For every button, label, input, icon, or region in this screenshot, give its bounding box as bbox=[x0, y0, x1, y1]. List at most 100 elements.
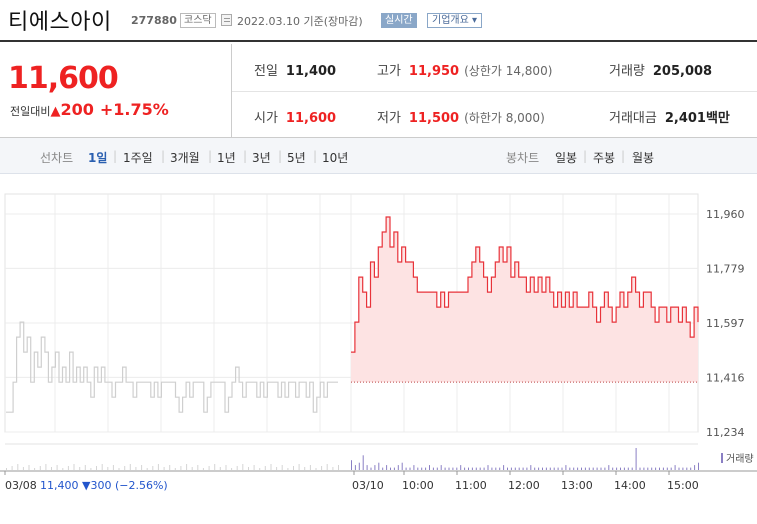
x-tick-label: 11:00 bbox=[455, 479, 487, 492]
today-fill-area bbox=[351, 217, 698, 383]
tab-separator: | bbox=[113, 149, 118, 163]
change-row: 전일대비▲200 +1.75% bbox=[10, 100, 169, 119]
volume-bar-prev bbox=[208, 466, 210, 470]
company-overview-dropdown[interactable]: 기업개요 ▾ bbox=[427, 13, 482, 28]
volume-bar-prev bbox=[67, 466, 69, 470]
volume-bar bbox=[397, 465, 399, 470]
volume-bar-prev bbox=[146, 468, 148, 470]
volume-bar bbox=[444, 467, 446, 470]
up-arrow-icon: ▲ bbox=[50, 104, 61, 119]
volume-bar bbox=[495, 467, 497, 470]
volume-bar-prev bbox=[112, 465, 114, 470]
volume-bar bbox=[542, 467, 543, 470]
period-tab-1y[interactable]: 1년 bbox=[217, 149, 236, 166]
volume-bar-prev bbox=[107, 467, 109, 470]
volume-bar-prev bbox=[225, 465, 227, 470]
volume-bar-prev bbox=[45, 464, 47, 470]
period-tab-10y[interactable]: 10년 bbox=[322, 149, 348, 166]
volume-bar-prev bbox=[253, 465, 255, 470]
x-tick-label: 13:00 bbox=[561, 479, 593, 492]
volume-bar bbox=[460, 465, 462, 470]
volume-bar bbox=[623, 467, 625, 470]
volume-bar bbox=[362, 455, 364, 470]
volume-bar bbox=[421, 467, 423, 470]
volume-bar-prev bbox=[135, 467, 137, 470]
volume-bar bbox=[448, 467, 450, 470]
volume-bar-prev bbox=[56, 465, 58, 470]
volume-legend-icon bbox=[721, 453, 723, 463]
stat-amount: 거래대금 2,401백만 bbox=[609, 111, 730, 126]
volume-bar bbox=[584, 467, 586, 470]
volume-bar-prev bbox=[191, 467, 193, 470]
period-tab-1w[interactable]: 1주일 bbox=[123, 149, 153, 166]
period-tab-5y[interactable]: 5년 bbox=[287, 149, 306, 166]
volume-bar-prev bbox=[287, 468, 289, 470]
volume-bar bbox=[573, 467, 575, 470]
volume-bar bbox=[698, 462, 699, 470]
volume-bar-prev bbox=[141, 465, 143, 470]
volume-bar bbox=[507, 467, 508, 470]
volume-bar bbox=[510, 467, 512, 470]
company-name: 티에스아이 bbox=[8, 10, 112, 35]
current-price-box: 11,600 전일대비▲200 +1.75% bbox=[0, 44, 232, 138]
volume-bar bbox=[456, 467, 458, 470]
candle-tab-daily[interactable]: 일봉 bbox=[555, 149, 577, 166]
tab-separator: | bbox=[621, 149, 626, 163]
volume-bar bbox=[429, 465, 430, 470]
volume-bar bbox=[386, 465, 388, 470]
volume-bar-prev bbox=[96, 466, 97, 470]
volume-bar-prev bbox=[17, 464, 19, 470]
candle-tab-monthly[interactable]: 월봉 bbox=[632, 149, 654, 166]
volume-bar bbox=[390, 467, 391, 470]
x-tick-label: 10:00 bbox=[402, 479, 434, 492]
volume-bar-prev bbox=[338, 465, 339, 470]
volume-bar bbox=[522, 467, 524, 470]
volume-bar-prev bbox=[163, 467, 165, 470]
volume-bar bbox=[393, 467, 395, 470]
period-tab-3m[interactable]: 3개월 bbox=[170, 149, 200, 166]
stat-volume: 거래량 205,008 bbox=[609, 64, 713, 79]
volume-bar bbox=[475, 467, 477, 470]
volume-bar bbox=[639, 467, 641, 470]
y-tick-label: 11,960 bbox=[706, 208, 745, 221]
stock-header: 티에스아이 277880 코스닥 2022.03.10 기준(장마감) 실시간 … bbox=[0, 0, 757, 42]
volume-bar bbox=[538, 467, 540, 470]
price-chart-svg: 11,960 11,779 11,597 11,416 11,234 거래량 03/08… bbox=[0, 193, 757, 492]
volume-bar bbox=[682, 467, 684, 470]
candle-tab-weekly[interactable]: 주봉 bbox=[593, 149, 615, 166]
volume-legend-label: 거래량 bbox=[726, 453, 754, 465]
realtime-button[interactable]: 실시간 bbox=[381, 13, 417, 28]
volume-bar-prev bbox=[315, 468, 317, 470]
volume-bar-prev bbox=[242, 464, 244, 470]
chart-period-bar: 선차트 1일 | 1주일 | 3개월 | 1년 | 3년 | 5년 | 10년 … bbox=[0, 138, 757, 174]
volume-bar-prev bbox=[259, 468, 261, 470]
period-tab-1d[interactable]: 1일 bbox=[88, 149, 107, 166]
x-tick-label: 03/10 bbox=[352, 479, 384, 492]
change-label: 전일대비 bbox=[10, 105, 51, 118]
period-tab-3y[interactable]: 3년 bbox=[252, 149, 271, 166]
volume-bar-prev bbox=[281, 465, 283, 470]
date-text: 2022.03.10 기준(장마감) bbox=[237, 15, 363, 28]
volume-bar bbox=[534, 467, 536, 470]
candle-chart-label: 봉차트 bbox=[506, 151, 540, 165]
volume-bar bbox=[592, 467, 594, 470]
volume-bar-prev bbox=[34, 468, 36, 470]
volume-bar-prev bbox=[309, 465, 311, 470]
volume-bar bbox=[686, 467, 688, 470]
volume-bar-prev bbox=[157, 464, 159, 470]
volume-bar bbox=[530, 465, 532, 470]
stat-open: 시가 11,600 bbox=[254, 111, 337, 126]
volume-bar bbox=[620, 467, 621, 470]
prev-day-series bbox=[6, 321, 338, 413]
volume-bar bbox=[670, 467, 672, 470]
volume-bar bbox=[452, 467, 454, 470]
change-percent: +1.75% bbox=[99, 100, 169, 119]
volume-bar bbox=[581, 467, 582, 470]
volume-bar-prev bbox=[39, 466, 41, 470]
volume-bar-prev bbox=[6, 468, 7, 470]
volume-bar-prev bbox=[22, 467, 24, 470]
volume-bar bbox=[370, 467, 372, 470]
prev-day-line bbox=[6, 321, 338, 413]
volume-bar bbox=[518, 467, 520, 470]
x-tick-label: 15:00 bbox=[667, 479, 699, 492]
